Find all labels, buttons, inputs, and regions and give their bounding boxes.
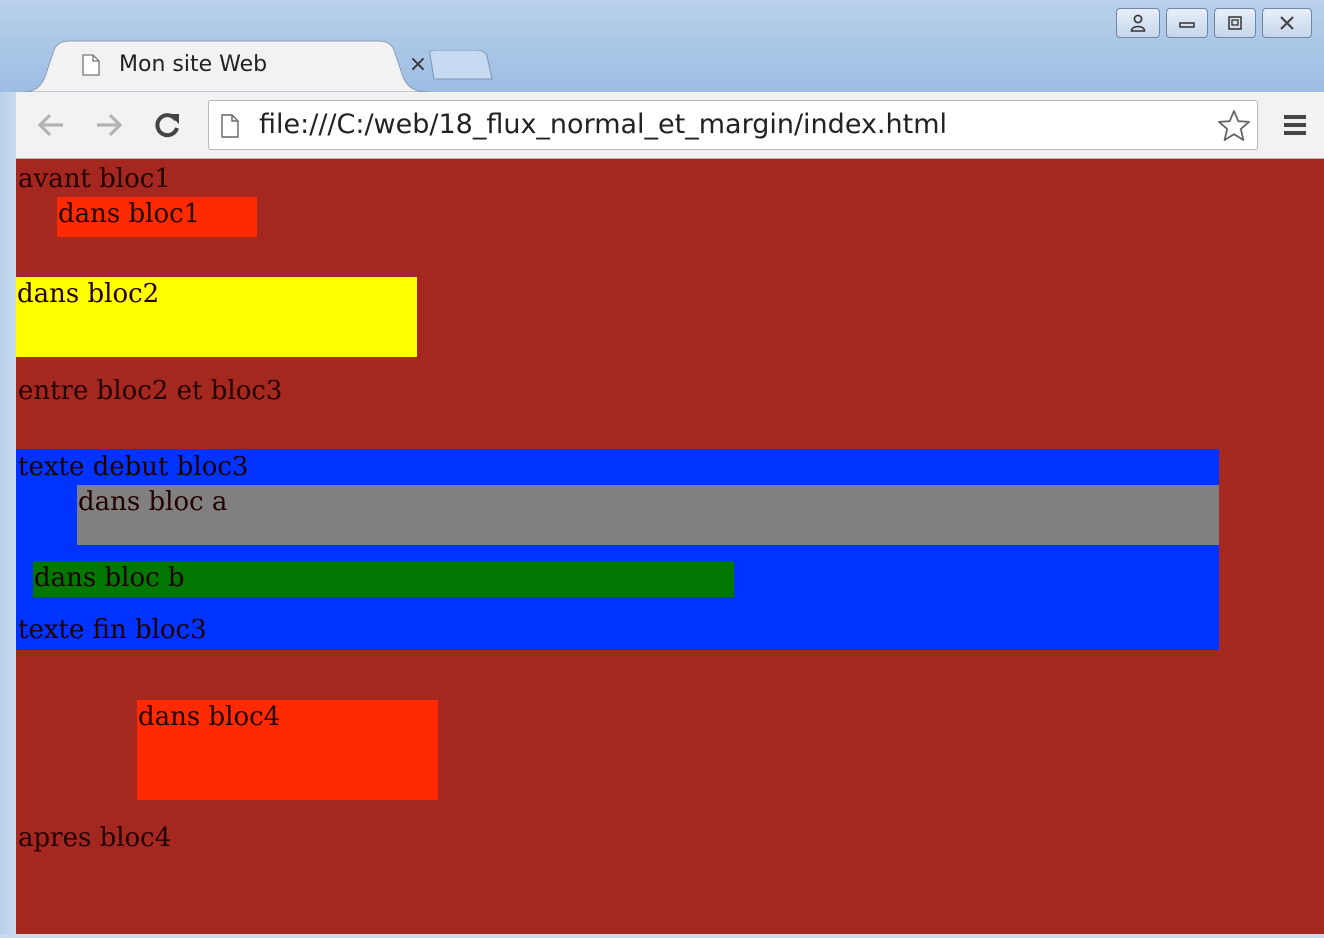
profile-button[interactable] xyxy=(1116,8,1160,38)
bloc1: dans bloc1 xyxy=(57,197,257,237)
forward-button[interactable] xyxy=(92,108,126,142)
person-icon xyxy=(1130,14,1146,32)
bloc2: dans bloc2 xyxy=(16,277,417,357)
minimize-button[interactable] xyxy=(1166,8,1208,38)
window-controls xyxy=(1116,8,1312,38)
back-button[interactable] xyxy=(34,108,68,142)
url-text[interactable]: file:///C:/web/18_flux_normal_et_margin/… xyxy=(259,109,947,140)
address-bar[interactable]: file:///C:/web/18_flux_normal_et_margin/… xyxy=(208,100,1258,150)
tab-active[interactable]: Mon site Web × xyxy=(22,40,430,92)
bloc2-text: dans bloc2 xyxy=(17,279,160,309)
navigation-toolbar: file:///C:/web/18_flux_normal_et_margin/… xyxy=(0,92,1324,159)
new-tab-button[interactable] xyxy=(428,50,494,80)
menu-button[interactable] xyxy=(1278,108,1312,142)
back-arrow-icon xyxy=(37,113,63,137)
bloc-b-text: dans bloc b xyxy=(34,563,185,593)
bloc3-end-text: texte fin bloc3 xyxy=(18,615,207,645)
bookmark-star-icon[interactable] xyxy=(1217,109,1251,143)
close-window-button[interactable] xyxy=(1262,8,1312,38)
bloc3: texte debut bloc3 dans bloc a dans bloc … xyxy=(16,449,1219,650)
text-apres-bloc4: apres bloc4 xyxy=(18,823,172,853)
reload-button[interactable] xyxy=(150,108,184,142)
bloc4-text: dans bloc4 xyxy=(138,702,281,732)
bloc3-start-text: texte debut bloc3 xyxy=(18,452,249,482)
page-icon xyxy=(221,114,239,138)
text-avant-bloc1: avant bloc1 xyxy=(18,164,171,194)
bloc-b: dans bloc b xyxy=(33,561,734,597)
tab-title: Mon site Web xyxy=(119,52,268,77)
window-frame-bottom xyxy=(0,934,1324,938)
text-entre-bloc2-bloc3: entre bloc2 et bloc3 xyxy=(18,376,283,406)
bloc1-text: dans bloc1 xyxy=(58,199,201,229)
browser-window: Mon site Web × file:///C:/web/18_flux_no… xyxy=(0,0,1324,938)
maximize-button[interactable] xyxy=(1214,8,1256,38)
page-icon xyxy=(82,54,100,76)
reload-icon xyxy=(155,113,179,138)
window-frame-left xyxy=(0,92,16,938)
forward-arrow-icon xyxy=(97,113,123,137)
title-bar: Mon site Web × xyxy=(0,0,1324,92)
minimize-icon xyxy=(1179,22,1195,28)
close-icon xyxy=(1280,16,1294,30)
restore-icon xyxy=(1228,16,1242,30)
bloc-a-text: dans bloc a xyxy=(78,487,228,517)
bloc-a: dans bloc a xyxy=(77,485,1219,545)
page-viewport: avant bloc1 dans bloc1 dans bloc2 entre … xyxy=(16,159,1324,935)
bloc4: dans bloc4 xyxy=(137,700,438,800)
